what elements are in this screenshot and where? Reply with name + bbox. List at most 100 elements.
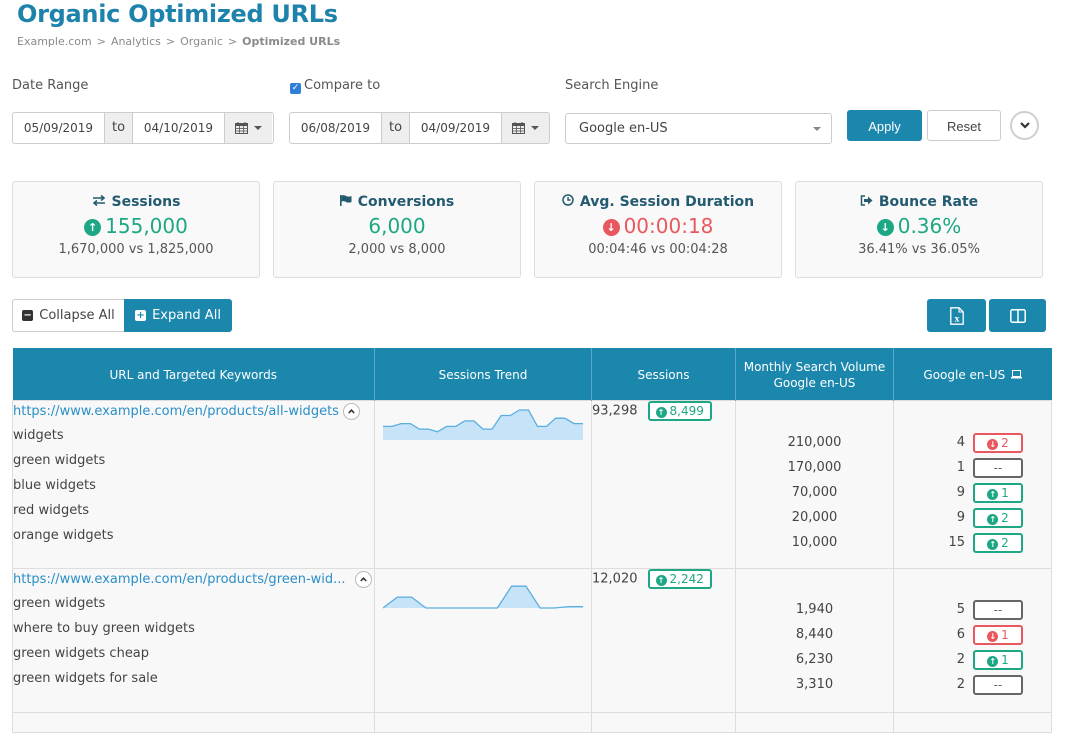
breadcrumb-item-organic[interactable]: Organic <box>180 35 223 48</box>
more-filters-button[interactable] <box>1010 111 1039 140</box>
arrow-down-circle-icon: ↓ <box>987 438 999 450</box>
date-range-start[interactable]: 05/09/2019 <box>13 113 104 143</box>
kpi-title: Sessions <box>111 194 181 210</box>
date-range-to-label: to <box>104 113 133 143</box>
page-title: Organic Optimized URLs <box>17 0 338 28</box>
column-header-rank[interactable]: Google en-US <box>893 348 1052 401</box>
sessions-change-value: 8,499 <box>669 404 704 418</box>
rank-value: 6 <box>956 627 965 642</box>
sessions-trend-cell <box>374 400 592 569</box>
keyword: orange widgets <box>13 528 114 543</box>
compare-range-picker[interactable]: 06/08/2019 to 04/09/2019 <box>289 112 550 144</box>
url-link[interactable]: https://www.example.com/en/products/all-… <box>13 401 339 423</box>
compare-range-start[interactable]: 06/08/2019 <box>290 113 381 143</box>
rank-change-badge: -- <box>973 457 1023 478</box>
keyword: widgets <box>13 428 64 443</box>
keyword: blue widgets <box>13 478 96 493</box>
breadcrumb-item-home[interactable]: Example.com <box>17 35 92 48</box>
table-header-row: URL and Targeted Keywords Sessions Trend… <box>12 348 1052 401</box>
date-range-picker[interactable]: 05/09/2019 to 04/10/2019 <box>12 112 274 144</box>
rank-change-badge: ↑ 2 <box>973 532 1023 553</box>
rank-value: 2 <box>956 677 965 692</box>
rank-cell: 4 ↓ 2 1 -- 9 ↑ 1 9 ↑ 2 15 ↑ 2 <box>893 400 1052 569</box>
optimized-urls-table: URL and Targeted Keywords Sessions Trend… <box>12 348 1052 733</box>
rank-value: 9 <box>956 485 965 500</box>
clock-icon <box>562 194 574 206</box>
kpi-card-avg-session-duration: Avg. Session Duration ↓ 00:00:18 00:04:46… <box>534 181 782 278</box>
rank-value: 1 <box>956 460 965 475</box>
rank-change-value: -- <box>993 677 1003 692</box>
arrow-up-circle-icon: ↑ <box>655 575 667 586</box>
column-header-search-volume[interactable]: Monthly Search Volume Google en-US <box>735 348 894 401</box>
arrow-up-circle-icon: ↑ <box>987 655 999 667</box>
export-excel-button[interactable]: x <box>927 299 986 332</box>
rank-change-value: 2 <box>1001 535 1009 550</box>
kpi-card-conversions: Conversions 6,000 2,000 vs 8,000 <box>273 181 521 278</box>
collapse-row-button[interactable] <box>354 571 372 588</box>
chevron-up-icon <box>348 409 355 414</box>
collapse-all-button[interactable]: − Collapse All <box>12 299 124 332</box>
plus-square-icon: + <box>135 309 147 321</box>
rank-cell: 5 -- 6 ↓ 1 2 ↑ 1 2 -- <box>893 568 1052 713</box>
chevron-down-icon <box>813 127 821 131</box>
rank-value: 9 <box>956 510 965 525</box>
breadcrumb-item-current: Optimized URLs <box>242 35 341 48</box>
rank-change-value: -- <box>993 460 1003 475</box>
url-link[interactable]: https://www.example.com/en/products/gree… <box>13 569 346 591</box>
column-header-sessions[interactable]: Sessions <box>591 348 736 401</box>
apply-button[interactable]: Apply <box>847 110 922 141</box>
chevron-down-icon <box>531 126 539 130</box>
kpi-value: 00:00:18 <box>623 214 714 238</box>
column-header-sessions-trend[interactable]: Sessions Trend <box>374 348 592 401</box>
search-volume-value: 8,440 <box>795 627 834 642</box>
sessions-cell: 12,020 ↑ 2,242 <box>591 568 736 713</box>
expand-all-button[interactable]: + Expand All <box>124 299 232 332</box>
search-volume-value: 70,000 <box>791 485 838 500</box>
expand-collapse-group: − Collapse All + Expand All <box>12 299 232 332</box>
date-range-end[interactable]: 04/10/2019 <box>133 113 224 143</box>
search-volume-value: 20,000 <box>791 510 838 525</box>
arrow-up-circle-icon: ↑ <box>987 513 999 525</box>
sessions-value: 93,298 <box>592 403 638 419</box>
compare-to-toggle[interactable]: ✓ Compare to <box>290 78 380 94</box>
rank-change-value: -- <box>993 602 1003 617</box>
table-row: https://www.example.com/en/products/gree… <box>12 568 1052 713</box>
rank-change-badge: ↑ 1 <box>973 649 1023 670</box>
rank-change-badge: -- <box>973 674 1023 695</box>
collapse-row-button[interactable] <box>342 403 360 420</box>
keyword: where to buy green widgets <box>13 621 195 636</box>
compare-checkbox[interactable]: ✓ <box>290 83 301 94</box>
rank-change-badge: ↑ 2 <box>973 507 1023 528</box>
search-volume-value: 3,310 <box>795 677 834 692</box>
kpi-title: Avg. Session Duration <box>579 194 755 210</box>
excel-export-icon: x <box>949 306 964 325</box>
rank-change-badge: ↓ 1 <box>973 624 1023 645</box>
search-volume-value: 170,000 <box>787 460 842 475</box>
kpi-title: Conversions <box>357 194 455 210</box>
reset-button[interactable]: Reset <box>927 110 1001 141</box>
rank-value: 2 <box>956 652 965 667</box>
kpi-compare: 1,670,000 vs 1,825,000 <box>58 242 214 257</box>
arrow-up-circle-icon: ↑ <box>84 219 102 236</box>
breadcrumb-separator: > <box>96 35 106 48</box>
sparkline-area <box>383 586 583 608</box>
breadcrumb-item-analytics[interactable]: Analytics <box>111 35 161 48</box>
chevron-up-icon <box>359 577 367 582</box>
column-header-url[interactable]: URL and Targeted Keywords <box>12 348 375 401</box>
rank-value: 5 <box>956 602 965 617</box>
kpi-card-bounce-rate: Bounce Rate ↓ 0.36% 36.41% vs 36.05% <box>795 181 1043 278</box>
sessions-trend-cell <box>374 568 592 713</box>
table-row <box>12 712 1052 733</box>
arrow-up-circle-icon: ↑ <box>655 407 667 418</box>
column-header-search-volume-line2: Google en-US <box>773 375 856 390</box>
column-header-search-volume-line1: Monthly Search Volume <box>743 359 886 374</box>
rank-value: 4 <box>956 435 965 450</box>
columns-button[interactable] <box>989 299 1046 332</box>
flag-icon <box>339 195 352 206</box>
date-range-calendar-button[interactable] <box>224 113 272 143</box>
calendar-icon <box>235 122 248 134</box>
compare-range-end[interactable]: 04/09/2019 <box>410 113 501 143</box>
compare-range-calendar-button[interactable] <box>501 113 549 143</box>
search-engine-select[interactable]: Google en-US <box>565 113 832 144</box>
keyword: green widgets <box>13 596 106 611</box>
